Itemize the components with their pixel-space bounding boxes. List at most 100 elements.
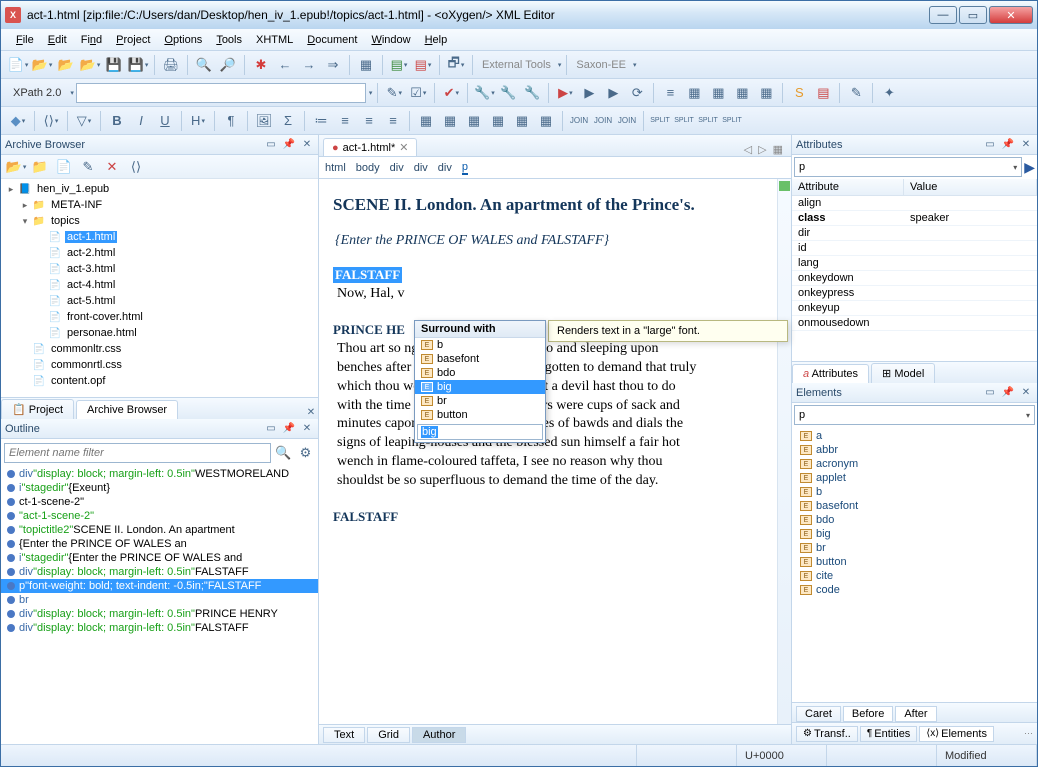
breadcrumb-item[interactable]: html — [325, 162, 346, 174]
outline-item[interactable]: div "display: block; margin-left: 0.5in"… — [1, 467, 318, 481]
menu-window[interactable]: Window — [364, 34, 417, 46]
tab-next-icon[interactable]: ▷ — [758, 143, 766, 156]
table3-icon[interactable]: ▦ — [463, 110, 485, 132]
profile-icon[interactable]: ▶ — [602, 82, 624, 104]
tab-entities[interactable]: ¶ Entities — [860, 726, 917, 742]
filter-icon[interactable]: ▽▾ — [73, 110, 95, 132]
debug-icon[interactable]: ▶ — [578, 82, 600, 104]
tree-item[interactable]: 📄act-1.html — [1, 229, 318, 245]
open-url-icon[interactable]: 📂 — [55, 54, 77, 76]
table4-icon[interactable]: ▦ — [487, 110, 509, 132]
tree-item[interactable]: 📄commonrtl.css — [1, 357, 318, 373]
breadcrumb-item[interactable]: div — [438, 162, 452, 174]
join2-icon[interactable]: JOIN — [592, 110, 614, 132]
element-item[interactable]: Eb — [792, 485, 1037, 499]
indent-icon[interactable]: ▦ — [683, 82, 705, 104]
split2-icon[interactable]: SPLIT — [673, 110, 695, 132]
compare-icon[interactable]: ▦ — [731, 82, 753, 104]
menu-tools[interactable]: Tools — [209, 34, 249, 46]
forward-icon[interactable]: → — [298, 54, 320, 76]
mode-tab-text[interactable]: Text — [323, 727, 365, 743]
element-item[interactable]: Eabbr — [792, 443, 1037, 457]
element-item[interactable]: Ebr — [792, 541, 1037, 555]
author-editor[interactable]: SCENE II. London. An apartment of the Pr… — [319, 179, 775, 724]
saxon-label[interactable]: Saxon-EE — [572, 59, 630, 71]
mode-tab-author[interactable]: Author — [412, 727, 466, 743]
elem-close-icon[interactable]: ✕ — [1019, 386, 1033, 400]
caret-tab-before[interactable]: Before — [843, 706, 893, 722]
tab-close-icon[interactable]: ✕ — [399, 141, 408, 154]
archive-refresh-icon[interactable]: ⟨⟩ — [125, 156, 147, 178]
dl-icon[interactable]: ≔ — [310, 110, 332, 132]
editor-mode-tabs[interactable]: TextGridAuthor — [319, 724, 791, 744]
wrench3-icon[interactable]: 🔧 — [521, 82, 543, 104]
outline-filter-input[interactable] — [4, 443, 271, 463]
help-icon[interactable]: ✦ — [878, 82, 900, 104]
tree-item[interactable]: 📄content.opf — [1, 373, 318, 389]
db-icon[interactable]: ▤ — [812, 82, 834, 104]
outline-search-icon[interactable]: 🔍 — [274, 442, 293, 464]
wrench2-icon[interactable]: 🔧 — [497, 82, 519, 104]
archive-delete-icon[interactable]: ✕ — [101, 156, 123, 178]
popup-item-b[interactable]: Eb — [415, 338, 545, 352]
tree-item[interactable]: 📄act-3.html — [1, 261, 318, 277]
table2-icon[interactable]: ▦ — [439, 110, 461, 132]
element-item[interactable]: Ecite — [792, 569, 1037, 583]
save-icon[interactable]: 💾 — [103, 54, 125, 76]
stop-icon[interactable]: ⟳ — [626, 82, 648, 104]
tab-prev-icon[interactable]: ◁ — [744, 143, 752, 156]
outline-item[interactable]: "topictitle2" SCENE II. London. An apart… — [1, 523, 318, 537]
outline-item[interactable]: {Enter the PRINCE OF WALES an — [1, 537, 318, 551]
elem-pin-icon[interactable]: 📌 — [1001, 386, 1015, 400]
attribute-row[interactable]: align — [792, 196, 1037, 211]
ol-icon[interactable]: ≡ — [358, 110, 380, 132]
attribute-row[interactable]: onmousedown — [792, 316, 1037, 331]
search-files-icon[interactable]: 🔎 — [217, 54, 239, 76]
caret-position-tabs[interactable]: CaretBeforeAfter — [792, 702, 1037, 722]
menu-bar[interactable]: File Edit Find Project Options Tools XHT… — [1, 29, 1037, 51]
outline-pin-icon[interactable]: 📌 — [282, 422, 296, 436]
join3-icon[interactable]: JOIN — [616, 110, 638, 132]
heading-icon[interactable]: H▾ — [187, 110, 209, 132]
format-icon[interactable]: ≡ — [659, 82, 681, 104]
attribute-row[interactable]: classspeaker — [792, 211, 1037, 226]
styles-icon[interactable]: ◆▾ — [7, 110, 29, 132]
outline-item[interactable]: i "stagedir" {Enter the PRINCE OF WALES … — [1, 551, 318, 565]
tab-archive-browser[interactable]: Archive Browser — [76, 400, 178, 419]
search-icon[interactable]: 🔍 — [193, 54, 215, 76]
archive-add-icon[interactable]: 📄 — [53, 156, 75, 178]
menu-find[interactable]: Find — [74, 34, 109, 46]
outline-item[interactable]: br — [1, 593, 318, 607]
tree-item[interactable]: ▸📁META-INF — [1, 197, 318, 213]
elements-list[interactable]: EaEabbrEacronymEappletEbEbasefontEbdoEbi… — [792, 427, 1037, 702]
element-item[interactable]: Eacronym — [792, 457, 1037, 471]
outline-item[interactable]: div "display: block; margin-left: 0.5in"… — [1, 621, 318, 635]
caret-tab-caret[interactable]: Caret — [796, 706, 841, 722]
math-icon[interactable]: Σ — [277, 110, 299, 132]
new-icon[interactable]: 📄▾ — [7, 54, 29, 76]
menu-xhtml[interactable]: XHTML — [249, 34, 300, 46]
attribute-row[interactable]: dir — [792, 226, 1037, 241]
attributes-element-combo[interactable]: p▾ — [794, 157, 1022, 177]
menu-edit[interactable]: Edit — [41, 34, 74, 46]
breadcrumb-item[interactable]: body — [356, 162, 380, 174]
xpath-input[interactable] — [76, 83, 366, 103]
tab-list-icon[interactable]: ▦ — [773, 143, 783, 156]
last-icon[interactable]: ⇒ — [322, 54, 344, 76]
breadcrumb[interactable]: htmlbodydivdivdivp — [319, 157, 791, 179]
project-archive-tabs[interactable]: 📋 Project Archive Browser ✕ — [1, 397, 318, 419]
element-item[interactable]: Eapplet — [792, 471, 1037, 485]
popup-filter-input[interactable]: big — [417, 424, 543, 440]
attributes-model-tabs[interactable]: a Attributes ⊞ Model — [792, 361, 1037, 383]
reopen-icon[interactable]: 📂▾ — [79, 54, 101, 76]
element-item[interactable]: Ea — [792, 429, 1037, 443]
outline-item[interactable]: "act-1-scene-2" — [1, 509, 318, 523]
attr-pin-icon[interactable]: 📌 — [1001, 138, 1015, 152]
popup-item-bdo[interactable]: Ebdo — [415, 366, 545, 380]
element-item[interactable]: Ecode — [792, 583, 1037, 597]
tab-transformations[interactable]: ⚙ Transf.. — [796, 726, 858, 742]
prefs-icon[interactable]: ✎ — [845, 82, 867, 104]
open-icon[interactable]: 📂▾ — [31, 54, 53, 76]
breadcrumb-item[interactable]: p — [462, 161, 468, 175]
xquery-icon[interactable]: ▤▾ — [412, 54, 434, 76]
